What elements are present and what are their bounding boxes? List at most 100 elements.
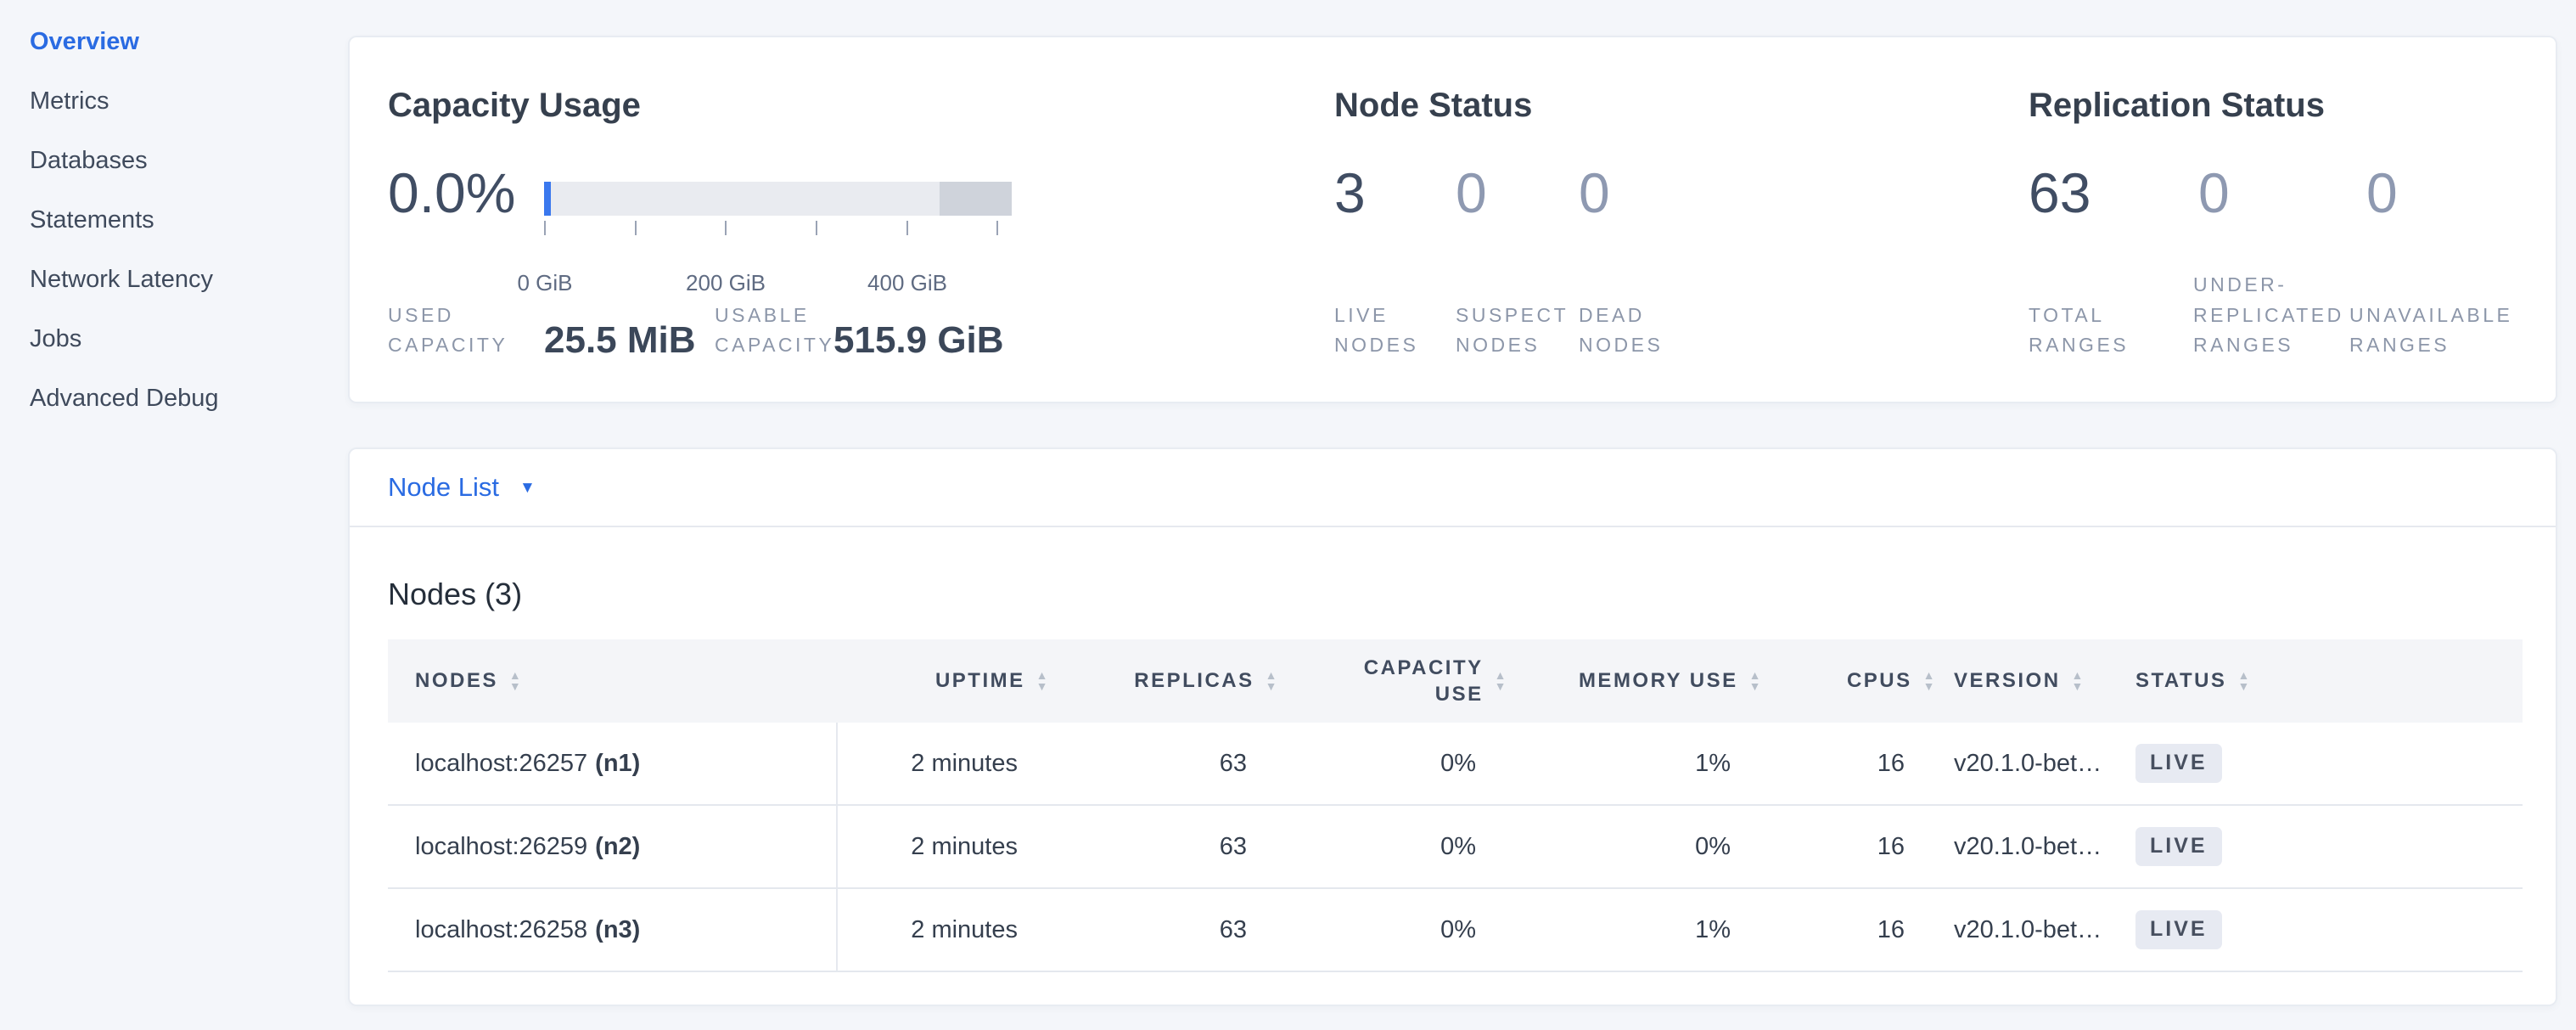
sidebar-item-advanced-debug[interactable]: Advanced Debug	[30, 369, 335, 428]
total-ranges-label: TOTAL RANGES	[2029, 301, 2129, 361]
axis-tick-label: 200 GiB	[686, 270, 766, 296]
capacity-used-percent: 0.0%	[388, 165, 515, 221]
cpus-cell: 16	[1763, 889, 1937, 971]
table-header-row: NODES ▲▼ UPTIME ▲▼ REPLICAS ▲▼ CAPACITY …	[388, 639, 2523, 723]
label-line: CAPACITY	[388, 330, 508, 361]
sort-icon: ▲▼	[1749, 670, 1763, 693]
axis-tick	[816, 221, 817, 235]
capacity-bar-reserved-segment	[940, 182, 1012, 216]
sidebar-item-jobs[interactable]: Jobs	[30, 309, 335, 369]
sidebar-item-metrics[interactable]: Metrics	[30, 71, 335, 131]
axis-tick	[906, 221, 908, 235]
under-replicated-ranges-count: 0	[2198, 165, 2230, 221]
capacity-use-cell: 0%	[1279, 889, 1508, 971]
label-line: UNAVAILABLE	[2349, 301, 2512, 331]
replication-status-title: Replication Status	[2029, 88, 2325, 122]
memory-use-cell: 1%	[1508, 889, 1763, 971]
column-header-nodes[interactable]: NODES ▲▼	[388, 639, 838, 723]
column-header-label: STATUS	[2135, 669, 2226, 693]
column-header-label: NODES	[415, 669, 498, 693]
dead-nodes-label: DEAD NODES	[1579, 301, 1663, 361]
label-line: USABLE	[715, 301, 834, 331]
label-line: UNDER-	[2193, 270, 2344, 301]
sort-icon: ▲▼	[2072, 670, 2085, 693]
suspect-nodes-count: 0	[1456, 165, 1487, 221]
caret-down-icon: ▼	[519, 480, 536, 496]
sidebar-item-overview[interactable]: Overview	[30, 12, 335, 71]
sort-icon: ▲▼	[1495, 670, 1508, 693]
column-header-label: CAPACITY USE	[1356, 655, 1484, 707]
label-line: NODES	[1579, 330, 1663, 361]
version-cell: v20.1.0-bet…	[1937, 723, 2124, 804]
status-cell: LIVE	[2124, 723, 2523, 804]
column-header-version[interactable]: VERSION ▲▼	[1937, 639, 2124, 723]
used-capacity-label: USED CAPACITY	[388, 301, 508, 361]
node-status-title: Node Status	[1334, 88, 1532, 122]
nodes-table: NODES ▲▼ UPTIME ▲▼ REPLICAS ▲▼ CAPACITY …	[388, 639, 2523, 972]
node-id: (n3)	[595, 916, 640, 944]
column-header-label: REPLICAS	[1134, 669, 1254, 693]
usable-capacity-value: 515.9 GiB	[833, 320, 1004, 361]
sidebar-item-network-latency[interactable]: Network Latency	[30, 250, 335, 309]
label-line: NODES	[1456, 330, 1569, 361]
uptime-cell: 2 minutes	[838, 723, 1050, 804]
column-header-capacity-use[interactable]: CAPACITY USE ▲▼	[1279, 639, 1508, 723]
node-address: localhost:26258	[415, 916, 587, 944]
live-nodes-count: 3	[1334, 165, 1366, 221]
total-ranges-count: 63	[2029, 165, 2091, 221]
sort-icon: ▲▼	[1036, 670, 1050, 693]
sidebar-item-statements[interactable]: Statements	[30, 190, 335, 250]
status-cell: LIVE	[2124, 889, 2523, 971]
label-line: TOTAL	[2029, 301, 2129, 331]
axis-tick	[544, 221, 546, 235]
capacity-bar-used-segment	[544, 182, 551, 216]
label-line: RANGES	[2029, 330, 2129, 361]
view-selector-dropdown[interactable]: Node List ▼	[350, 449, 2556, 527]
table-row: localhost:26259 (n2) 2 minutes 63 0% 0% …	[388, 806, 2523, 889]
column-header-label: CPUS	[1847, 669, 1912, 693]
node-address: localhost:26257	[415, 750, 587, 778]
unavailable-ranges-count: 0	[2366, 165, 2398, 221]
column-header-uptime[interactable]: UPTIME ▲▼	[838, 639, 1050, 723]
axis-tick	[725, 221, 727, 235]
node-address-cell[interactable]: localhost:26259 (n2)	[388, 806, 838, 887]
label-line: SUSPECT	[1456, 301, 1569, 331]
axis-tick	[996, 221, 998, 235]
uptime-cell: 2 minutes	[838, 889, 1050, 971]
label-line: DEAD	[1579, 301, 1663, 331]
status-cell: LIVE	[2124, 806, 2523, 887]
sort-icon: ▲▼	[1266, 670, 1279, 693]
sort-icon: ▲▼	[2237, 670, 2251, 693]
status-badge: LIVE	[2135, 827, 2222, 866]
node-address: localhost:26259	[415, 833, 587, 861]
sidebar: Overview Metrics Databases Statements Ne…	[30, 12, 335, 428]
suspect-nodes-label: SUSPECT NODES	[1456, 301, 1569, 361]
label-line: LIVE	[1334, 301, 1418, 331]
axis-tick-label: 400 GiB	[867, 270, 947, 296]
version-cell: v20.1.0-bet…	[1937, 806, 2124, 887]
node-address-cell[interactable]: localhost:26257 (n1)	[388, 723, 838, 804]
column-header-replicas[interactable]: REPLICAS ▲▼	[1050, 639, 1279, 723]
status-badge: LIVE	[2135, 910, 2222, 949]
node-address-cell[interactable]: localhost:26258 (n3)	[388, 889, 838, 971]
uptime-cell: 2 minutes	[838, 806, 1050, 887]
sidebar-item-databases[interactable]: Databases	[30, 131, 335, 190]
label-line: RANGES	[2349, 330, 2512, 361]
cpus-cell: 16	[1763, 806, 1937, 887]
table-row: localhost:26257 (n1) 2 minutes 63 0% 1% …	[388, 723, 2523, 806]
memory-use-cell: 0%	[1508, 806, 1763, 887]
cluster-overview-page: Overview Metrics Databases Statements Ne…	[0, 0, 2576, 1030]
view-selector-label: Node List	[388, 472, 499, 503]
label-line: RANGES	[2193, 330, 2344, 361]
label-line: NODES	[1334, 330, 1418, 361]
column-header-label: MEMORY USE	[1579, 669, 1738, 693]
column-header-status[interactable]: STATUS ▲▼	[2124, 639, 2523, 723]
column-header-cpus[interactable]: CPUS ▲▼	[1763, 639, 1937, 723]
unavailable-ranges-label: UNAVAILABLE RANGES	[2349, 301, 2512, 361]
column-header-memory-use[interactable]: MEMORY USE ▲▼	[1508, 639, 1763, 723]
column-header-label: VERSION	[1954, 669, 2061, 693]
dead-nodes-count: 0	[1579, 165, 1610, 221]
version-cell: v20.1.0-bet…	[1937, 889, 2124, 971]
replicas-cell: 63	[1050, 889, 1279, 971]
node-id: (n2)	[595, 833, 640, 861]
